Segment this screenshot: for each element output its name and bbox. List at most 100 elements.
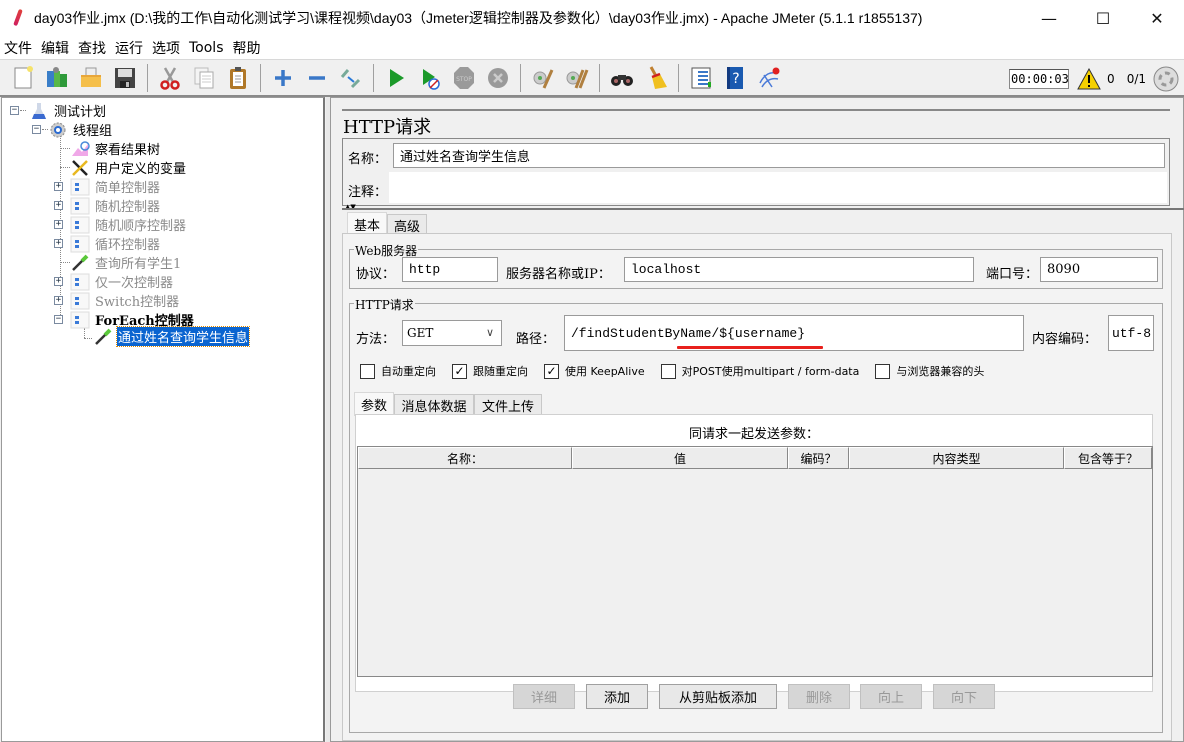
tree-node-random-controller[interactable]: 随机控制器	[70, 196, 161, 215]
name-input[interactable]: 通过姓名查询学生信息	[393, 143, 1165, 168]
tree-node-user-defined-variables[interactable]: 用户定义的变量	[70, 158, 187, 177]
controller-icon	[70, 273, 90, 290]
tree-node-label: 测试计划	[54, 105, 107, 120]
chevron-down-icon: ∨	[485, 326, 494, 339]
follow-redirects-checkbox[interactable]: ✓	[452, 363, 467, 379]
column-header-value[interactable]: 值	[572, 447, 788, 469]
add-button[interactable]: 添加	[586, 684, 648, 709]
gear-broom-icon	[533, 68, 554, 89]
new-document-icon	[14, 65, 33, 88]
tree-collapse-toggle[interactable]: −	[10, 106, 19, 115]
protocol-input[interactable]: http	[402, 257, 498, 282]
tree-node-thread-group[interactable]: 线程组	[48, 120, 113, 139]
divider	[342, 208, 1184, 210]
tree-node-switch-controller[interactable]: Switch控制器	[70, 291, 180, 310]
tree-expand-toggle[interactable]: +	[54, 220, 63, 229]
tree-expand-toggle[interactable]: +	[54, 201, 63, 210]
tree-node-loop-controller[interactable]: 循环控制器	[70, 234, 161, 253]
start-button[interactable]	[381, 63, 411, 93]
tree-expand-toggle[interactable]: +	[54, 239, 63, 248]
minimize-button[interactable]: —	[1022, 0, 1076, 36]
tree-collapse-toggle[interactable]: −	[54, 315, 63, 324]
menu-options[interactable]: 选项	[152, 38, 180, 58]
checkbox-row: 自动重定向 ✓ 跟随重定向 ✓ 使用 KeepAlive 对POST使用multip…	[360, 363, 1000, 379]
help-button[interactable]: ?	[720, 63, 750, 93]
menu-help[interactable]: 帮助	[233, 38, 261, 58]
gear-icon	[50, 122, 66, 137]
maximize-button[interactable]: ☐	[1076, 0, 1130, 36]
tree-expand-toggle[interactable]: +	[54, 296, 63, 305]
help-book-icon: ?	[727, 66, 743, 89]
server-name-input[interactable]: localhost	[624, 257, 974, 282]
templates-button[interactable]	[42, 63, 72, 93]
controller-icon	[70, 178, 90, 195]
reset-search-button[interactable]	[641, 63, 671, 93]
close-button[interactable]: ✕	[1130, 0, 1184, 36]
start-no-pauses-button[interactable]	[415, 63, 445, 93]
pipette-icon	[72, 254, 89, 271]
tree-node-random-order-controller[interactable]: 随机顺序控制器	[70, 215, 187, 234]
add-from-clipboard-button[interactable]: 从剪贴板添加	[659, 684, 777, 709]
paste-button[interactable]	[223, 63, 253, 93]
tree-node-once-only-controller[interactable]: 仅一次控制器	[70, 272, 174, 291]
clear-all-button[interactable]	[562, 63, 592, 93]
keepalive-checkbox[interactable]: ✓	[544, 363, 559, 379]
tree-node-test-plan[interactable]: 测试计划	[29, 101, 107, 120]
tree-expand-toggle[interactable]: +	[54, 277, 63, 286]
menu-file[interactable]: 文件	[4, 38, 32, 58]
plus-icon	[275, 69, 291, 86]
multipart-checkbox[interactable]	[660, 363, 676, 379]
menu-tools[interactable]: Tools	[189, 40, 224, 56]
column-header-name[interactable]: 名称：	[358, 447, 572, 469]
collapse-all-button[interactable]	[302, 63, 332, 93]
tree-expand-toggle[interactable]: +	[54, 182, 63, 191]
jmeter-feather-icon	[10, 8, 26, 28]
shutdown-icon	[488, 67, 508, 88]
column-header-encode[interactable]: 编码？	[788, 447, 849, 469]
run-status-indicator-icon	[1153, 66, 1179, 92]
auto-redirect-checkbox[interactable]	[360, 363, 375, 379]
column-header-content-type[interactable]: 内容类型	[849, 447, 1064, 469]
move-up-button[interactable]: 向上	[860, 684, 922, 709]
method-select[interactable]: GET ∨	[402, 320, 502, 346]
copy-icon	[194, 67, 214, 88]
tree-node-view-results-tree[interactable]: 察看结果树	[70, 139, 161, 158]
shutdown-button[interactable]	[483, 63, 513, 93]
open-button[interactable]	[76, 63, 106, 93]
search-button[interactable]	[607, 63, 637, 93]
port-input[interactable]: 8090	[1040, 257, 1158, 282]
cut-button[interactable]	[155, 63, 185, 93]
tab-body-data[interactable]: 消息体数据	[394, 394, 474, 416]
save-button[interactable]	[110, 63, 140, 93]
menu-run[interactable]: 运行	[115, 38, 143, 58]
parameters-caption: 同请求一起发送参数：	[688, 427, 819, 442]
new-button[interactable]	[8, 63, 38, 93]
tree-collapse-toggle[interactable]: −	[32, 125, 41, 134]
content-encoding-input[interactable]: utf-8	[1108, 315, 1154, 351]
tree-node-simple-controller[interactable]: 简单控制器	[70, 177, 161, 196]
detail-button[interactable]: 详细	[513, 684, 575, 709]
tab-parameters[interactable]: 参数	[354, 392, 394, 416]
function-helper-button[interactable]	[686, 63, 716, 93]
tree-node-sampler-query-all[interactable]: 查询所有学生1	[70, 253, 182, 272]
remote-start-button[interactable]	[754, 63, 784, 93]
comment-input[interactable]	[389, 172, 1167, 203]
pipette-icon	[95, 328, 112, 345]
stop-button[interactable]: STOP	[449, 63, 479, 93]
browser-compatible-headers-checkbox[interactable]	[875, 363, 891, 379]
tree-node-label: 随机顺序控制器	[95, 219, 187, 234]
toggle-button[interactable]	[336, 63, 366, 93]
menu-search[interactable]: 查找	[78, 38, 106, 58]
tree-node-http-request-selected[interactable]: 通过姓名查询学生信息	[93, 326, 251, 347]
column-header-include-equals[interactable]: 包含等于？	[1064, 447, 1152, 469]
tab-files-upload[interactable]: 文件上传	[474, 394, 542, 416]
warning-icon[interactable]	[1077, 68, 1101, 90]
warning-count: 0	[1107, 72, 1115, 86]
delete-button[interactable]: 删除	[788, 684, 850, 709]
broom-icon	[649, 65, 667, 89]
copy-button[interactable]	[189, 63, 219, 93]
clear-button[interactable]	[528, 63, 558, 93]
move-down-button[interactable]: 向下	[933, 684, 995, 709]
menu-edit[interactable]: 编辑	[41, 38, 69, 58]
expand-all-button[interactable]	[268, 63, 298, 93]
